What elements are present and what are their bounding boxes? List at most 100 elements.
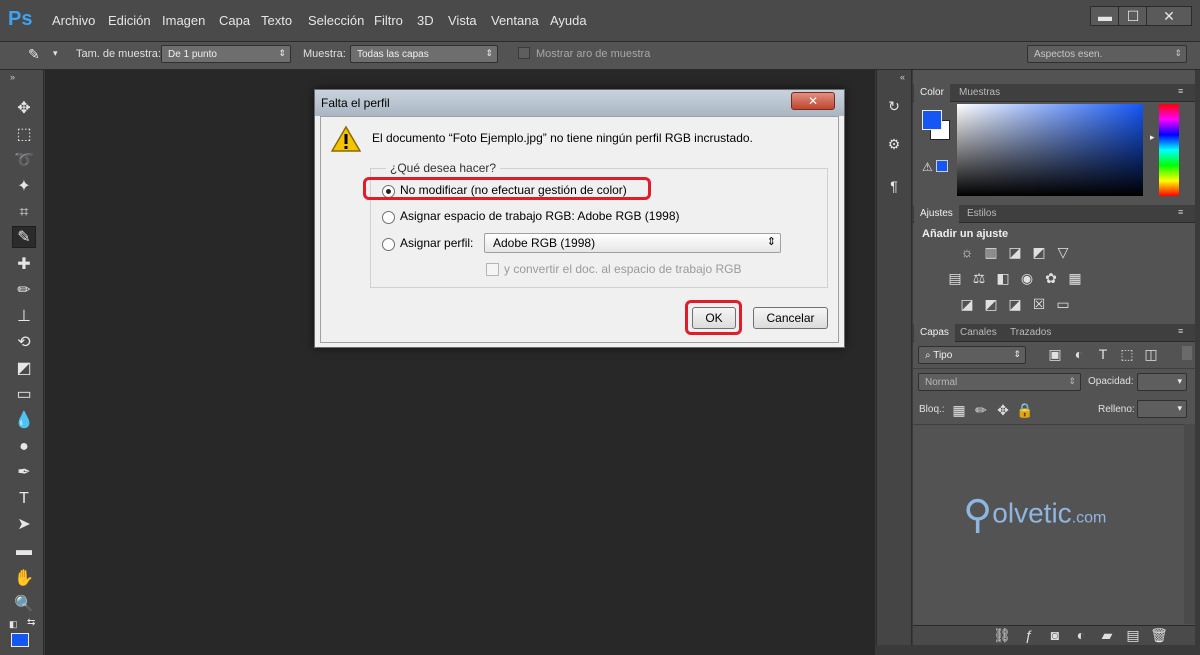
- swap-colors-icon[interactable]: ⇆: [27, 617, 35, 628]
- hue-marker-icon[interactable]: ▸: [1150, 132, 1155, 143]
- zoom-tool-icon[interactable]: 🔍: [12, 594, 36, 616]
- menu-edicion[interactable]: Edición: [108, 13, 151, 28]
- new-adjustment-layer-icon[interactable]: ◐: [1072, 627, 1090, 643]
- tab-layers[interactable]: Capas: [914, 324, 955, 342]
- filter-smart-object-icon[interactable]: ◫: [1142, 346, 1160, 362]
- panel-menu-icon[interactable]: ≡: [1178, 326, 1183, 336]
- posterize-icon[interactable]: ◩: [982, 296, 1000, 312]
- foreground-color-swatch[interactable]: [11, 633, 29, 647]
- vibrance-icon[interactable]: ▽: [1054, 244, 1072, 260]
- lock-image-icon[interactable]: ✏: [972, 402, 990, 418]
- profile-select[interactable]: Adobe RGB (1998) ⇕: [484, 233, 781, 253]
- new-layer-icon[interactable]: ▤: [1124, 627, 1142, 643]
- black-white-icon[interactable]: ◧: [994, 270, 1012, 286]
- gradient-map-icon[interactable]: ▭: [1054, 296, 1072, 312]
- fill-input[interactable]: ▾: [1137, 400, 1187, 418]
- sample-select[interactable]: Todas las capas ⇕: [350, 45, 498, 63]
- photo-filter-icon[interactable]: ◉: [1018, 270, 1036, 286]
- panel-menu-icon[interactable]: ≡: [1178, 86, 1183, 96]
- maximize-button[interactable]: ☐: [1118, 6, 1148, 26]
- menu-archivo[interactable]: Archivo: [52, 13, 95, 28]
- lock-transparent-icon[interactable]: ▦: [950, 402, 968, 418]
- dialog-title-bar[interactable]: Falta el perfil: [315, 90, 844, 116]
- convert-checkbox[interactable]: [486, 263, 499, 276]
- tab-channels[interactable]: Canales: [954, 324, 1003, 342]
- eyedropper-tool-icon[interactable]: ✎: [12, 226, 36, 248]
- lock-position-icon[interactable]: ✥: [994, 402, 1012, 418]
- paragraph-panel-icon[interactable]: ¶: [882, 174, 906, 198]
- workspace-select[interactable]: Aspectos esen. ⇕: [1027, 45, 1187, 63]
- clone-stamp-tool-icon[interactable]: ⊥: [12, 306, 36, 328]
- assign-working-space-radio[interactable]: [382, 211, 395, 224]
- filter-adjustment-icon[interactable]: ◐: [1070, 346, 1088, 362]
- history-brush-tool-icon[interactable]: ⟲: [12, 332, 36, 354]
- menu-ayuda[interactable]: Ayuda: [550, 13, 587, 28]
- threshold-icon[interactable]: ◪: [1006, 296, 1024, 312]
- menu-imagen[interactable]: Imagen: [162, 13, 205, 28]
- rectangle-tool-icon[interactable]: ▬: [12, 540, 36, 562]
- blend-mode-select[interactable]: Normal ⇕: [918, 373, 1081, 391]
- minimize-button[interactable]: ▬: [1090, 6, 1120, 26]
- path-selection-tool-icon[interactable]: ➤: [12, 514, 36, 536]
- hue-slider[interactable]: [1159, 104, 1179, 196]
- brush-tool-icon[interactable]: ✏: [12, 280, 36, 302]
- channel-mixer-icon[interactable]: ✿: [1042, 270, 1060, 286]
- layer-style-icon[interactable]: ƒ: [1020, 627, 1038, 643]
- quick-selection-tool-icon[interactable]: ✦: [12, 176, 36, 198]
- hand-tool-icon[interactable]: ✋: [12, 568, 36, 590]
- crop-tool-icon[interactable]: ⌗: [12, 202, 36, 224]
- menu-ventana[interactable]: Ventana: [491, 13, 539, 28]
- tab-color[interactable]: Color: [914, 84, 950, 102]
- tab-paths[interactable]: Trazados: [1004, 324, 1057, 342]
- assign-working-space-label[interactable]: Asignar espacio de trabajo RGB: Adobe RG…: [400, 209, 680, 223]
- curves-icon[interactable]: ◪: [1006, 244, 1024, 260]
- blur-tool-icon[interactable]: 💧: [12, 410, 36, 432]
- add-mask-icon[interactable]: ◙: [1046, 627, 1064, 643]
- history-panel-icon[interactable]: ↻: [882, 94, 906, 118]
- menu-seleccion[interactable]: Selección: [308, 13, 364, 28]
- tab-styles[interactable]: Estilos: [961, 205, 1002, 223]
- link-layers-icon[interactable]: ⛓: [993, 627, 1011, 643]
- menu-capa[interactable]: Capa: [219, 13, 250, 28]
- filter-pixel-icon[interactable]: ▣: [1046, 346, 1064, 362]
- panel-menu-icon[interactable]: ≡: [1178, 207, 1183, 217]
- show-ring-checkbox[interactable]: [518, 47, 530, 59]
- invert-icon[interactable]: ◪: [958, 296, 976, 312]
- lasso-tool-icon[interactable]: ➰: [12, 150, 36, 172]
- menu-filtro[interactable]: Filtro: [374, 13, 403, 28]
- brightness-icon[interactable]: ☼: [958, 244, 976, 260]
- selective-color-icon[interactable]: ☒: [1030, 296, 1048, 312]
- filter-toggle[interactable]: [1182, 346, 1192, 360]
- dodge-tool-icon[interactable]: ●: [12, 436, 36, 458]
- lock-all-icon[interactable]: 🔒: [1016, 402, 1034, 418]
- collapse-dock-icon[interactable]: «: [900, 72, 905, 82]
- assign-profile-label[interactable]: Asignar perfil:: [400, 236, 473, 250]
- tab-swatches[interactable]: Muestras: [953, 84, 1006, 102]
- cancel-button[interactable]: Cancelar: [753, 307, 828, 329]
- foreground-color-swatch[interactable]: [922, 110, 942, 130]
- layer-filter-select[interactable]: ⌕ Tipo ⇕: [918, 346, 1026, 364]
- healing-brush-tool-icon[interactable]: ✚: [12, 254, 36, 276]
- delete-layer-icon[interactable]: 🗑: [1150, 627, 1168, 643]
- exposure-icon[interactable]: ◩: [1030, 244, 1048, 260]
- menu-texto[interactable]: Texto: [261, 13, 292, 28]
- gamut-color-swatch[interactable]: [936, 160, 948, 172]
- eyedropper-icon[interactable]: ✎: [28, 46, 48, 64]
- gradient-tool-icon[interactable]: ▭: [12, 384, 36, 406]
- sample-size-select[interactable]: De 1 punto ⇕: [161, 45, 291, 63]
- default-colors-icon[interactable]: ◧: [9, 619, 18, 630]
- opacity-input[interactable]: ▾: [1137, 373, 1187, 391]
- levels-icon[interactable]: ▥: [982, 244, 1000, 260]
- color-field[interactable]: [957, 104, 1143, 196]
- dialog-close-button[interactable]: ✕: [791, 92, 835, 110]
- assign-profile-radio[interactable]: [382, 238, 395, 251]
- color-balance-icon[interactable]: ⚖: [970, 270, 988, 286]
- type-tool-icon[interactable]: T: [12, 488, 36, 510]
- color-lookup-icon[interactable]: ▦: [1066, 270, 1084, 286]
- properties-panel-icon[interactable]: ⚙: [882, 132, 906, 156]
- marquee-tool-icon[interactable]: ⬚: [12, 124, 36, 146]
- tab-adjustments[interactable]: Ajustes: [914, 205, 959, 223]
- move-tool-icon[interactable]: ✥: [12, 98, 36, 120]
- new-group-icon[interactable]: ▰: [1098, 627, 1116, 643]
- tool-preset-chevron-icon[interactable]: ▾: [53, 48, 58, 59]
